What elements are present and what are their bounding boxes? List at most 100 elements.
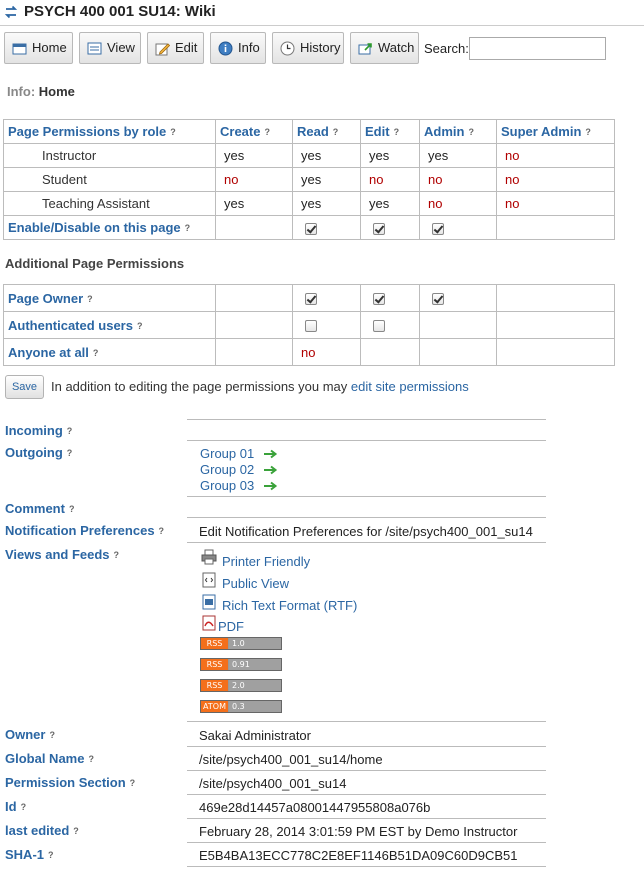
save-button[interactable]: Save (5, 375, 44, 399)
rtf-link[interactable]: Rich Text Format (RTF) (222, 598, 357, 613)
enable-read-checkbox[interactable] (305, 222, 317, 235)
notification-preferences-link[interactable]: Edit Notification Preferences for /site/… (199, 524, 533, 539)
help-icon[interactable]: ? (394, 127, 400, 137)
empty-cell (215, 311, 293, 339)
history-button[interactable]: History (272, 32, 344, 64)
permissions-header-admin[interactable]: Admin? (419, 119, 497, 144)
separator (187, 770, 546, 771)
separator (187, 440, 546, 441)
role-name: Teaching Assistant (3, 191, 216, 216)
breadcrumb: Info: Home (7, 84, 75, 99)
help-icon[interactable]: ? (87, 294, 93, 304)
permissions-header-edit[interactable]: Edit? (360, 119, 420, 144)
sha1-value: E5B4BA13ECC778C2E8EF1146B51DA09C60D9CB51 (199, 848, 518, 863)
watch-icon (358, 43, 372, 55)
help-icon[interactable]: ? (170, 127, 176, 137)
edit-button[interactable]: Edit (147, 32, 204, 64)
authenticated-edit-checkbox[interactable] (373, 320, 385, 333)
help-icon[interactable]: ? (49, 730, 55, 740)
permissions-header-row: Page Permissions by role? Create? Read? … (3, 119, 615, 144)
edit-pencil-icon (155, 43, 170, 56)
help-icon[interactable]: ? (21, 802, 27, 812)
views-and-feeds-label[interactable]: Views and Feeds? (5, 547, 119, 562)
page-owner-admin-checkbox[interactable] (432, 293, 444, 306)
owner-label[interactable]: Owner? (5, 727, 55, 742)
home-button-label: Home (32, 40, 67, 55)
global-name-label[interactable]: Global Name? (5, 751, 94, 766)
authenticated-read-checkbox[interactable] (305, 320, 317, 333)
watch-button-label: Watch (378, 40, 415, 55)
page-owner-read-checkbox[interactable] (305, 293, 317, 306)
permission-section-label[interactable]: Permission Section? (5, 775, 135, 790)
help-icon[interactable]: ? (333, 127, 339, 137)
rss-2-0-badge[interactable]: RSS 2.0 (200, 679, 282, 692)
help-icon[interactable]: ? (264, 127, 270, 137)
incoming-label[interactable]: Incoming? (5, 423, 72, 438)
comment-label[interactable]: Comment? (5, 501, 74, 516)
help-icon[interactable]: ? (468, 127, 474, 137)
public-view-link[interactable]: Public View (222, 576, 289, 591)
home-button[interactable]: Home (4, 32, 73, 64)
notification-preferences-label[interactable]: Notification Preferences? (5, 523, 164, 538)
search-input[interactable] (469, 37, 606, 60)
table-row: Enable/Disable on this page? (3, 215, 615, 240)
permissions-header-create[interactable]: Create? (215, 119, 293, 144)
id-label[interactable]: Id? (5, 799, 26, 814)
enable-admin-checkbox[interactable] (432, 222, 444, 235)
help-icon[interactable]: ? (130, 778, 136, 788)
toolbar: Home View Edit Info History Watch Search… (0, 32, 644, 68)
swap-arrows-icon[interactable] (4, 5, 18, 19)
anyone-at-all-label[interactable]: Anyone at all? (3, 338, 216, 366)
last-edited-label[interactable]: last edited? (5, 823, 79, 838)
outgoing-link-group-02[interactable]: Group 02 (200, 462, 254, 477)
table-row: Anyone at all? no (3, 338, 615, 366)
permissions-header-role[interactable]: Page Permissions by role? (3, 119, 216, 144)
enable-disable-label[interactable]: Enable/Disable on this page? (3, 215, 216, 240)
permission-value: yes (360, 143, 420, 168)
global-name-value: /site/psych400_001_su14/home (199, 752, 383, 767)
help-icon[interactable]: ? (73, 826, 79, 836)
empty-cell (496, 284, 615, 312)
page-owner-edit-checkbox[interactable] (373, 293, 385, 306)
outgoing-label[interactable]: Outgoing? (5, 445, 72, 460)
help-icon[interactable]: ? (114, 550, 120, 560)
help-icon[interactable]: ? (88, 754, 94, 764)
help-icon[interactable]: ? (48, 850, 54, 860)
permission-value: yes (292, 143, 361, 168)
table-row: Page Owner? (3, 284, 615, 312)
permissions-header-super-admin[interactable]: Super Admin? (496, 119, 615, 144)
page-owner-label[interactable]: Page Owner? (3, 284, 216, 312)
help-icon[interactable]: ? (67, 426, 73, 436)
permission-value: yes (215, 143, 293, 168)
outgoing-link-group-01[interactable]: Group 01 (200, 446, 254, 461)
rss-1-0-badge[interactable]: RSS 1.0 (200, 637, 282, 650)
help-icon[interactable]: ? (585, 127, 591, 137)
help-icon[interactable]: ? (137, 321, 143, 331)
history-button-label: History (300, 40, 341, 55)
rss-0-91-badge[interactable]: RSS 0.91 (200, 658, 282, 671)
view-button[interactable]: View (79, 32, 141, 64)
watch-button[interactable]: Watch (350, 32, 419, 64)
enable-edit-checkbox[interactable] (373, 222, 385, 235)
arrow-right-icon (264, 449, 278, 459)
edit-site-permissions-link[interactable]: edit site permissions (351, 379, 469, 394)
atom-0-3-badge[interactable]: ATOM 0.3 (200, 700, 282, 713)
help-icon[interactable]: ? (159, 526, 165, 536)
separator (187, 866, 546, 867)
help-icon[interactable]: ? (93, 348, 99, 358)
outgoing-link-group-03[interactable]: Group 03 (200, 478, 254, 493)
authenticated-users-label[interactable]: Authenticated users? (3, 311, 216, 339)
printer-friendly-link[interactable]: Printer Friendly (222, 554, 310, 569)
help-icon[interactable]: ? (67, 448, 73, 458)
page-permissions-table: Page Permissions by role? Create? Read? … (3, 119, 615, 240)
sha1-label[interactable]: SHA-1? (5, 847, 54, 862)
permission-value: yes (292, 167, 361, 192)
help-icon[interactable]: ? (69, 504, 75, 514)
rss-badge-right: 0.91 (229, 659, 281, 670)
rss-badge-left: ATOM (201, 701, 228, 712)
info-button[interactable]: Info (210, 32, 266, 64)
pdf-link[interactable]: PDF (218, 619, 244, 634)
empty-cell (215, 284, 293, 312)
help-icon[interactable]: ? (185, 223, 191, 233)
permissions-header-read[interactable]: Read? (292, 119, 361, 144)
